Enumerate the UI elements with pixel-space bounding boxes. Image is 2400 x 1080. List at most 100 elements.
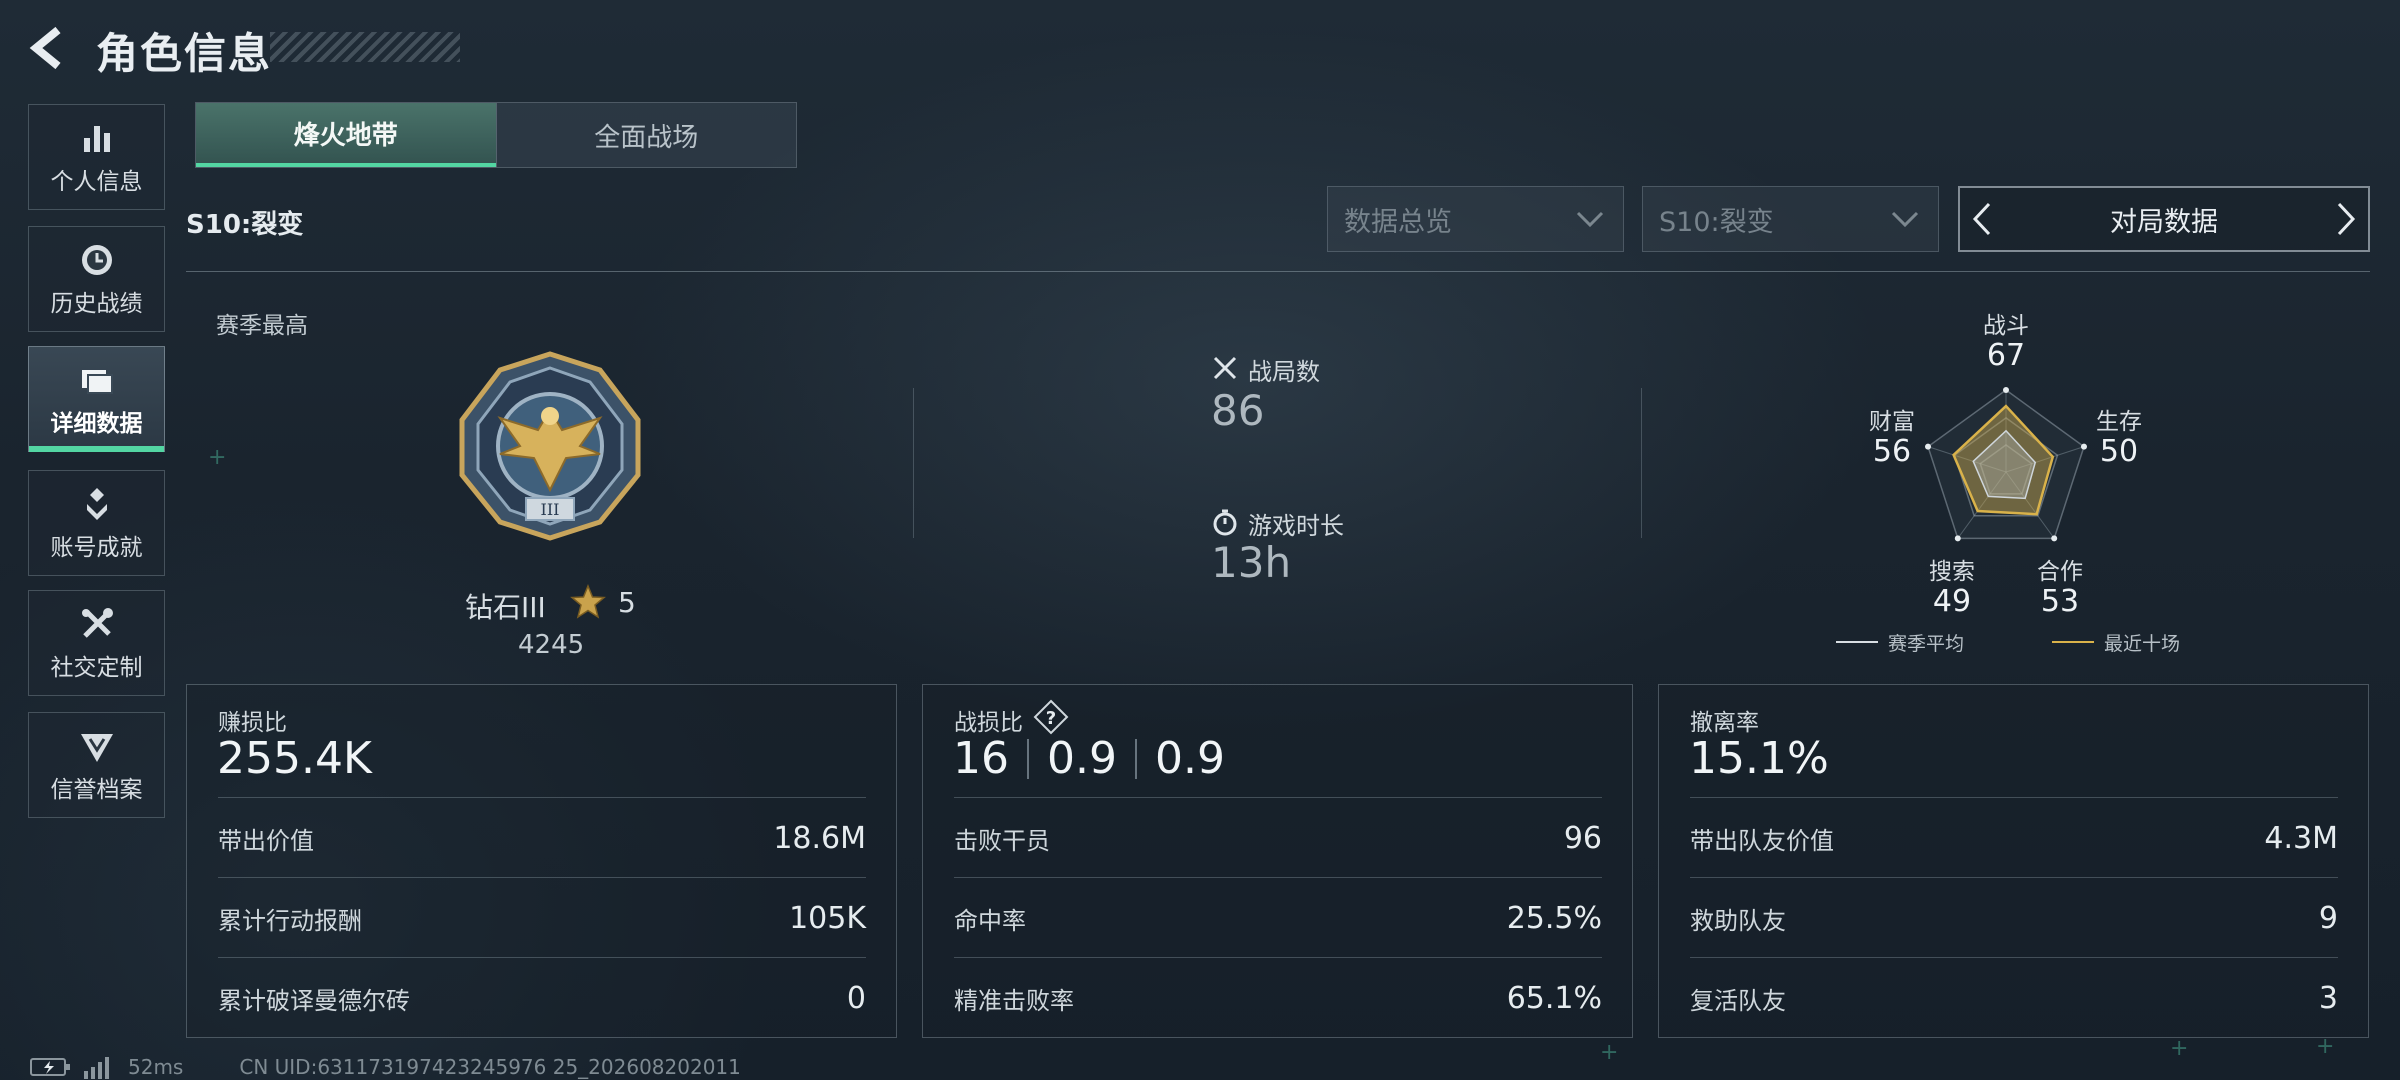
chevron-down-icon bbox=[1891, 211, 1919, 228]
card-title: 战损比 bbox=[954, 710, 1023, 736]
card-title: 赚损比 bbox=[218, 710, 287, 736]
ratio-separator bbox=[1027, 738, 1029, 779]
stat-row: 击败干员 96 bbox=[954, 797, 1602, 878]
sidebar-item-personal-info[interactable]: 个人信息 bbox=[28, 104, 165, 210]
radar-value-survival: 50 bbox=[2099, 434, 2139, 469]
profit-card: 赚损比 255.4K 带出价值 18.6M 累计行动报酬 105K 累计破译曼德… bbox=[186, 684, 897, 1038]
radar-vertex bbox=[1954, 535, 1961, 542]
radar-vertex bbox=[2003, 387, 2009, 393]
chevron-left-icon bbox=[1972, 202, 1991, 236]
stat-value: 105K bbox=[789, 900, 866, 936]
tools-icon bbox=[81, 608, 113, 638]
star-count: 5 bbox=[618, 586, 636, 619]
stat-value: 3 bbox=[2318, 980, 2338, 1016]
radar-value-wealth: 56 bbox=[1872, 434, 1912, 469]
star-icon bbox=[570, 584, 606, 619]
column-divider bbox=[913, 388, 914, 538]
data-type-dropdown[interactable]: 数据总览 bbox=[1327, 186, 1624, 252]
legend-label-recent: 最近十场 bbox=[2104, 633, 2181, 655]
stat-value: 0 bbox=[846, 980, 866, 1016]
prev-button[interactable] bbox=[1960, 188, 2004, 250]
radar-value-combat: 67 bbox=[1986, 338, 2026, 373]
radar-label-combat: 战斗 bbox=[1983, 313, 2029, 339]
stat-value: 18.6M bbox=[773, 820, 866, 856]
chevron-right-icon bbox=[2337, 202, 2356, 236]
match-data-selector: 对局数据 bbox=[1958, 186, 2370, 252]
folder-icon bbox=[81, 370, 113, 394]
svg-text:?: ? bbox=[1046, 708, 1056, 729]
legend-swatch-recent bbox=[2052, 641, 2094, 643]
stopwatch-icon bbox=[1213, 509, 1237, 536]
help-icon[interactable]: ? bbox=[1033, 699, 1069, 735]
card-title: 撤离率 bbox=[1690, 710, 1759, 736]
card-main-value: 15.1% bbox=[1689, 733, 1829, 784]
page-title: 角色信息 bbox=[96, 29, 273, 78]
matches-value: 86 bbox=[1211, 386, 1265, 435]
stat-key: 精准击败率 bbox=[954, 986, 1074, 1015]
stat-value: 25.5% bbox=[1506, 900, 1602, 936]
radar-label-search: 搜索 bbox=[1929, 559, 1975, 585]
radar-label-wealth: 财富 bbox=[1869, 409, 1915, 435]
title-decoration bbox=[270, 32, 460, 62]
clock-icon bbox=[81, 245, 112, 275]
tab-warzone[interactable]: 烽火地带 bbox=[196, 103, 496, 167]
sidebar-item-detailed-data[interactable]: 详细数据 bbox=[28, 346, 165, 452]
stat-key: 命中率 bbox=[954, 906, 1026, 935]
stat-key: 累计破译曼德尔砖 bbox=[218, 986, 410, 1015]
ratio-value: 0.9 bbox=[1047, 733, 1117, 784]
sidebar-item-label: 历史战绩 bbox=[50, 291, 143, 317]
stat-row: 精准击败率 65.1% bbox=[954, 957, 1602, 1038]
sidebar-item-reputation[interactable]: 信誉档案 bbox=[28, 712, 165, 818]
playtime-value: 13h bbox=[1211, 538, 1292, 587]
sidebar-item-label: 个人信息 bbox=[50, 169, 143, 195]
stat-value: 96 bbox=[1563, 820, 1602, 856]
rank-medal-icon: III bbox=[459, 351, 641, 541]
season-label: S10:裂变 bbox=[186, 210, 304, 240]
crossed-swords-icon bbox=[1213, 356, 1237, 380]
stat-row: 累计行动报酬 105K bbox=[218, 877, 866, 958]
radar-value-search: 49 bbox=[1932, 584, 1972, 619]
uid-text: CN UID:631173197423245976 25_20260820201… bbox=[239, 1055, 741, 1079]
ratio-value: 16 bbox=[953, 733, 1009, 784]
stat-key: 救助队友 bbox=[1690, 906, 1786, 935]
season-dropdown[interactable]: S10:裂变 bbox=[1642, 186, 1939, 252]
selector-value: 对局数据 bbox=[2110, 206, 2218, 238]
ratio-value: 0.9 bbox=[1154, 733, 1225, 784]
radar-vertex bbox=[2051, 535, 2058, 542]
badge-icon bbox=[80, 734, 113, 762]
legend-swatch-season-avg bbox=[1836, 641, 1878, 643]
combat-ratio-values: 16 0.9 0.9 bbox=[953, 733, 1225, 784]
playtime-label: 游戏时长 bbox=[1248, 512, 1344, 540]
stat-key: 击败干员 bbox=[954, 826, 1050, 855]
bar-chart-icon bbox=[83, 126, 110, 152]
stat-key: 复活队友 bbox=[1690, 986, 1786, 1015]
chevron-down-icon bbox=[1576, 211, 1604, 228]
back-arrow-icon[interactable] bbox=[26, 24, 70, 72]
ratio-separator bbox=[1134, 738, 1137, 779]
rank-score: 4245 bbox=[518, 630, 585, 660]
column-divider bbox=[1641, 388, 1642, 538]
stat-row: 累计破译曼德尔砖 0 bbox=[218, 957, 866, 1038]
dropdown-value: S10:裂变 bbox=[1659, 206, 1774, 238]
sidebar-item-history[interactable]: 历史战绩 bbox=[28, 226, 165, 332]
stat-value: 4.3M bbox=[2264, 820, 2338, 856]
stat-key: 带出价值 bbox=[218, 826, 314, 855]
stat-key: 累计行动报酬 bbox=[218, 906, 362, 935]
sidebar-item-label: 社交定制 bbox=[50, 655, 143, 681]
sidebar-item-achievements[interactable]: 账号成就 bbox=[28, 470, 165, 576]
decoration-plus: + bbox=[208, 445, 227, 470]
sidebar-item-social-custom[interactable]: 社交定制 bbox=[28, 590, 165, 696]
section-divider bbox=[186, 271, 2370, 272]
next-button[interactable] bbox=[2324, 188, 2368, 250]
tab-full-battlefield[interactable]: 全面战场 bbox=[495, 103, 796, 167]
decoration-plus: + bbox=[1600, 1040, 1619, 1065]
extract-card: 撤离率 15.1% 带出队友价值 4.3M 救助队友 9 复活队友 3 bbox=[1658, 684, 2369, 1038]
radar-label-survival: 生存 bbox=[2096, 409, 2142, 435]
stat-row: 救助队友 9 bbox=[1690, 877, 2338, 958]
status-bar: 52ms CN UID:631173197423245976 25_202608… bbox=[30, 1055, 741, 1079]
battery-icon bbox=[30, 1058, 70, 1076]
matches-label: 战局数 bbox=[1248, 358, 1320, 386]
ping-value: 52ms bbox=[128, 1055, 184, 1079]
stat-value: 9 bbox=[2318, 900, 2338, 936]
mode-tabbar: 烽火地带 全面战场 bbox=[195, 102, 797, 168]
